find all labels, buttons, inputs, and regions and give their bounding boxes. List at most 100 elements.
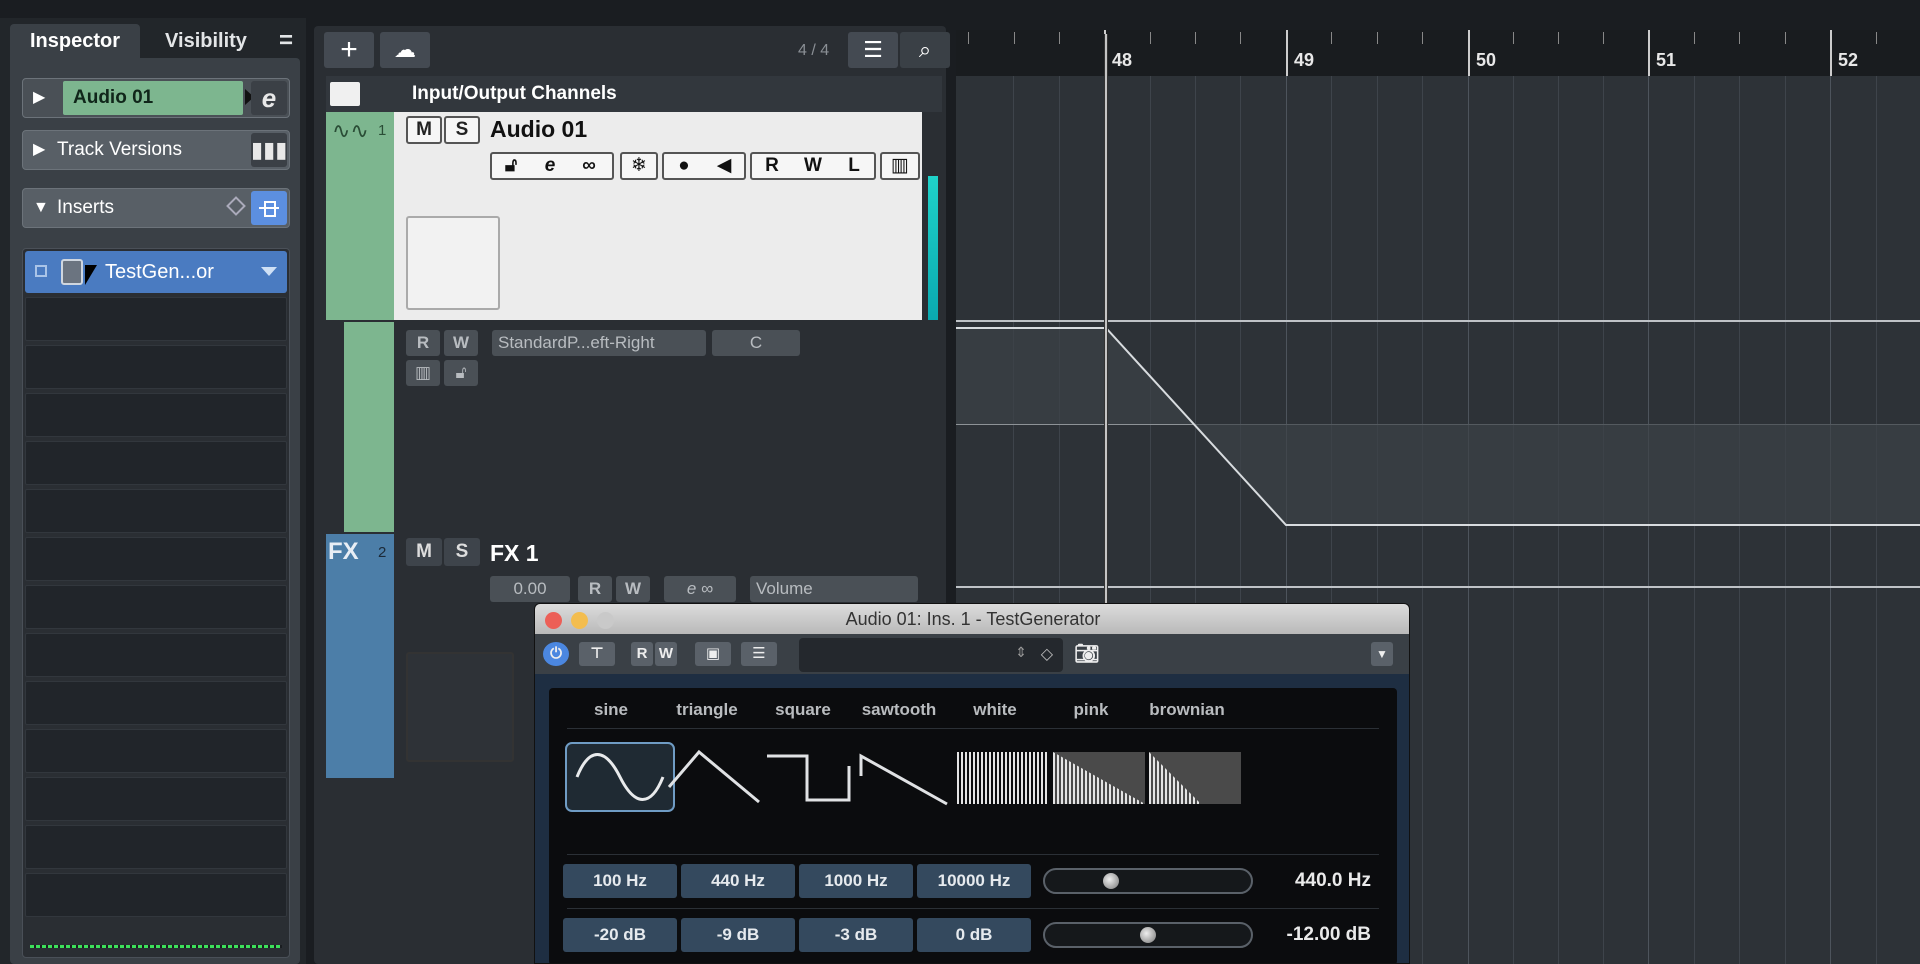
- edit-channel-button[interactable]: e: [251, 81, 287, 115]
- bypass-icon[interactable]: ⊤: [579, 642, 615, 666]
- tab-inspector[interactable]: Inspector: [10, 24, 140, 58]
- track-2-write-button[interactable]: W: [616, 576, 650, 602]
- inspector-track-row[interactable]: ▶ Audio 01 e: [22, 78, 290, 118]
- automation-curve[interactable]: [956, 320, 1920, 540]
- tab-visibility[interactable]: Visibility: [146, 24, 266, 58]
- inspector-menu-icon[interactable]: =: [272, 24, 300, 58]
- freq-440-button[interactable]: 440 Hz: [681, 864, 795, 898]
- insert-slot-1[interactable]: TestGen...or: [25, 251, 287, 293]
- frequency-slider-knob[interactable]: [1102, 873, 1119, 889]
- track-1-freeze-button[interactable]: ❄: [620, 152, 658, 180]
- slot-dropdown-icon[interactable]: [261, 267, 277, 276]
- sawtooth-wave-button[interactable]: [853, 742, 963, 812]
- add-track-button[interactable]: +: [324, 32, 374, 68]
- section-track-versions[interactable]: ▶ Track Versions ▮▮▮: [22, 130, 290, 170]
- plugin-write-button[interactable]: W: [655, 642, 677, 666]
- level-0-button[interactable]: 0 dB: [917, 918, 1031, 952]
- insert-slot-14[interactable]: [25, 873, 287, 917]
- plugin-read-button[interactable]: R: [631, 642, 653, 666]
- track-2-picture[interactable]: [406, 652, 514, 762]
- square-wave-button[interactable]: [757, 742, 867, 812]
- track-2-parameter-select[interactable]: Volume: [750, 576, 918, 602]
- freq-10000-button[interactable]: 10000 Hz: [917, 864, 1031, 898]
- frequency-readout[interactable]: 440.0 Hz: [1251, 870, 1371, 892]
- insert-slot-10[interactable]: [25, 681, 287, 725]
- timeline-ruler[interactable]: [956, 30, 1920, 76]
- level-slider-knob[interactable]: [1140, 927, 1156, 943]
- white-noise-button[interactable]: [949, 742, 1059, 812]
- lane-mute-icon[interactable]: ▥: [406, 360, 440, 386]
- lane-parameter-select[interactable]: StandardP...eft-Right: [492, 330, 706, 356]
- edit-icon[interactable]: e: [530, 154, 570, 178]
- snapshot-camera-icon[interactable]: 📷︎: [1073, 642, 1101, 666]
- lock-icon[interactable]: 🔓︎: [492, 154, 530, 178]
- track-list-menu-icon[interactable]: ☰: [848, 32, 898, 68]
- track-1-solo-button[interactable]: S: [444, 116, 480, 144]
- search-icon[interactable]: ⌕: [900, 32, 950, 68]
- lane-value-field[interactable]: C: [712, 330, 800, 356]
- insert-slot-2[interactable]: [25, 297, 287, 341]
- track-2-volume-field[interactable]: 0.00: [490, 576, 570, 602]
- section-inserts[interactable]: ▼ Inserts: [22, 188, 290, 228]
- preset-selector[interactable]: ⇕ ◇: [799, 638, 1063, 672]
- insert-slot-3[interactable]: [25, 345, 287, 389]
- insert-slot-8[interactable]: [25, 585, 287, 629]
- preset-diamond-icon[interactable]: ◇: [1041, 644, 1053, 664]
- inserts-bypass-toggle[interactable]: [251, 191, 287, 225]
- level-minus3-button[interactable]: -3 dB: [799, 918, 913, 952]
- slot-bypass-icon[interactable]: [35, 265, 47, 277]
- insert-slot-13[interactable]: [25, 825, 287, 869]
- track-1-picture[interactable]: [406, 216, 500, 310]
- insert-slot-12[interactable]: [25, 777, 287, 821]
- insert-slot-9[interactable]: [25, 633, 287, 677]
- lane-lock-icon[interactable]: 🔓︎: [444, 360, 478, 386]
- preset-diamond-icon[interactable]: [226, 196, 246, 216]
- track-2-edit-link-icon[interactable]: e ∞: [664, 576, 736, 602]
- level-readout[interactable]: -12.00 dB: [1251, 924, 1371, 946]
- link-icon[interactable]: ∞: [570, 154, 608, 178]
- insert-slot-11[interactable]: [25, 729, 287, 773]
- track-1-read-button[interactable]: R: [752, 154, 792, 178]
- insert-slot-7[interactable]: [25, 537, 287, 581]
- record-enable-icon[interactable]: ●: [664, 154, 704, 178]
- track-1-channel-icon[interactable]: ▥: [880, 152, 920, 180]
- compare-icon[interactable]: ▣: [695, 642, 731, 666]
- ruler-minor-tick: [1785, 32, 1786, 44]
- expand-arrow-icon[interactable]: ▶: [33, 79, 45, 117]
- collapse-arrow-icon[interactable]: ▼: [33, 189, 49, 227]
- add-track-folder-icon[interactable]: ☁: [380, 32, 430, 68]
- lane-write-button[interactable]: W: [444, 330, 478, 356]
- insert-slot-6[interactable]: [25, 489, 287, 533]
- triangle-wave-button[interactable]: [661, 742, 771, 812]
- sine-wave-button[interactable]: [565, 742, 675, 812]
- power-icon[interactable]: ⏻: [543, 642, 569, 666]
- level-minus9-button[interactable]: -9 dB: [681, 918, 795, 952]
- level-slider[interactable]: [1043, 922, 1253, 948]
- plugin-titlebar[interactable]: Audio 01: Ins. 1 - TestGenerator: [535, 604, 1409, 634]
- expand-dropdown-icon[interactable]: ▼: [1371, 642, 1393, 666]
- plugin-menu-icon[interactable]: ☰: [741, 642, 777, 666]
- frequency-slider[interactable]: [1043, 868, 1253, 894]
- track-1-name[interactable]: Audio 01: [490, 116, 587, 143]
- expand-arrow-icon[interactable]: ▶: [33, 131, 45, 169]
- insert-slot-4[interactable]: [25, 393, 287, 437]
- freq-1000-button[interactable]: 1000 Hz: [799, 864, 913, 898]
- pink-noise-button[interactable]: [1045, 742, 1155, 812]
- track-2-name[interactable]: FX 1: [490, 540, 539, 567]
- track-2-read-button[interactable]: R: [578, 576, 612, 602]
- insert-slot-5[interactable]: [25, 441, 287, 485]
- monitor-icon[interactable]: ◀: [704, 154, 744, 178]
- lanes-icon[interactable]: L: [834, 154, 874, 178]
- folder-track-row[interactable]: Input/Output Channels: [326, 76, 942, 112]
- track-1-write-button[interactable]: W: [792, 154, 834, 178]
- track-versions-icon[interactable]: ▮▮▮: [251, 133, 287, 167]
- track-1-mute-button[interactable]: M: [406, 116, 442, 144]
- brownian-noise-button[interactable]: [1141, 742, 1251, 812]
- lane-read-button[interactable]: R: [406, 330, 440, 356]
- track-2-solo-button[interactable]: S: [444, 538, 480, 566]
- freq-100-button[interactable]: 100 Hz: [563, 864, 677, 898]
- preset-stepper-icon[interactable]: ⇕: [1015, 644, 1027, 661]
- track-2-mute-button[interactable]: M: [406, 538, 442, 566]
- slot-edit-icon[interactable]: [61, 259, 83, 285]
- level-minus20-button[interactable]: -20 dB: [563, 918, 677, 952]
